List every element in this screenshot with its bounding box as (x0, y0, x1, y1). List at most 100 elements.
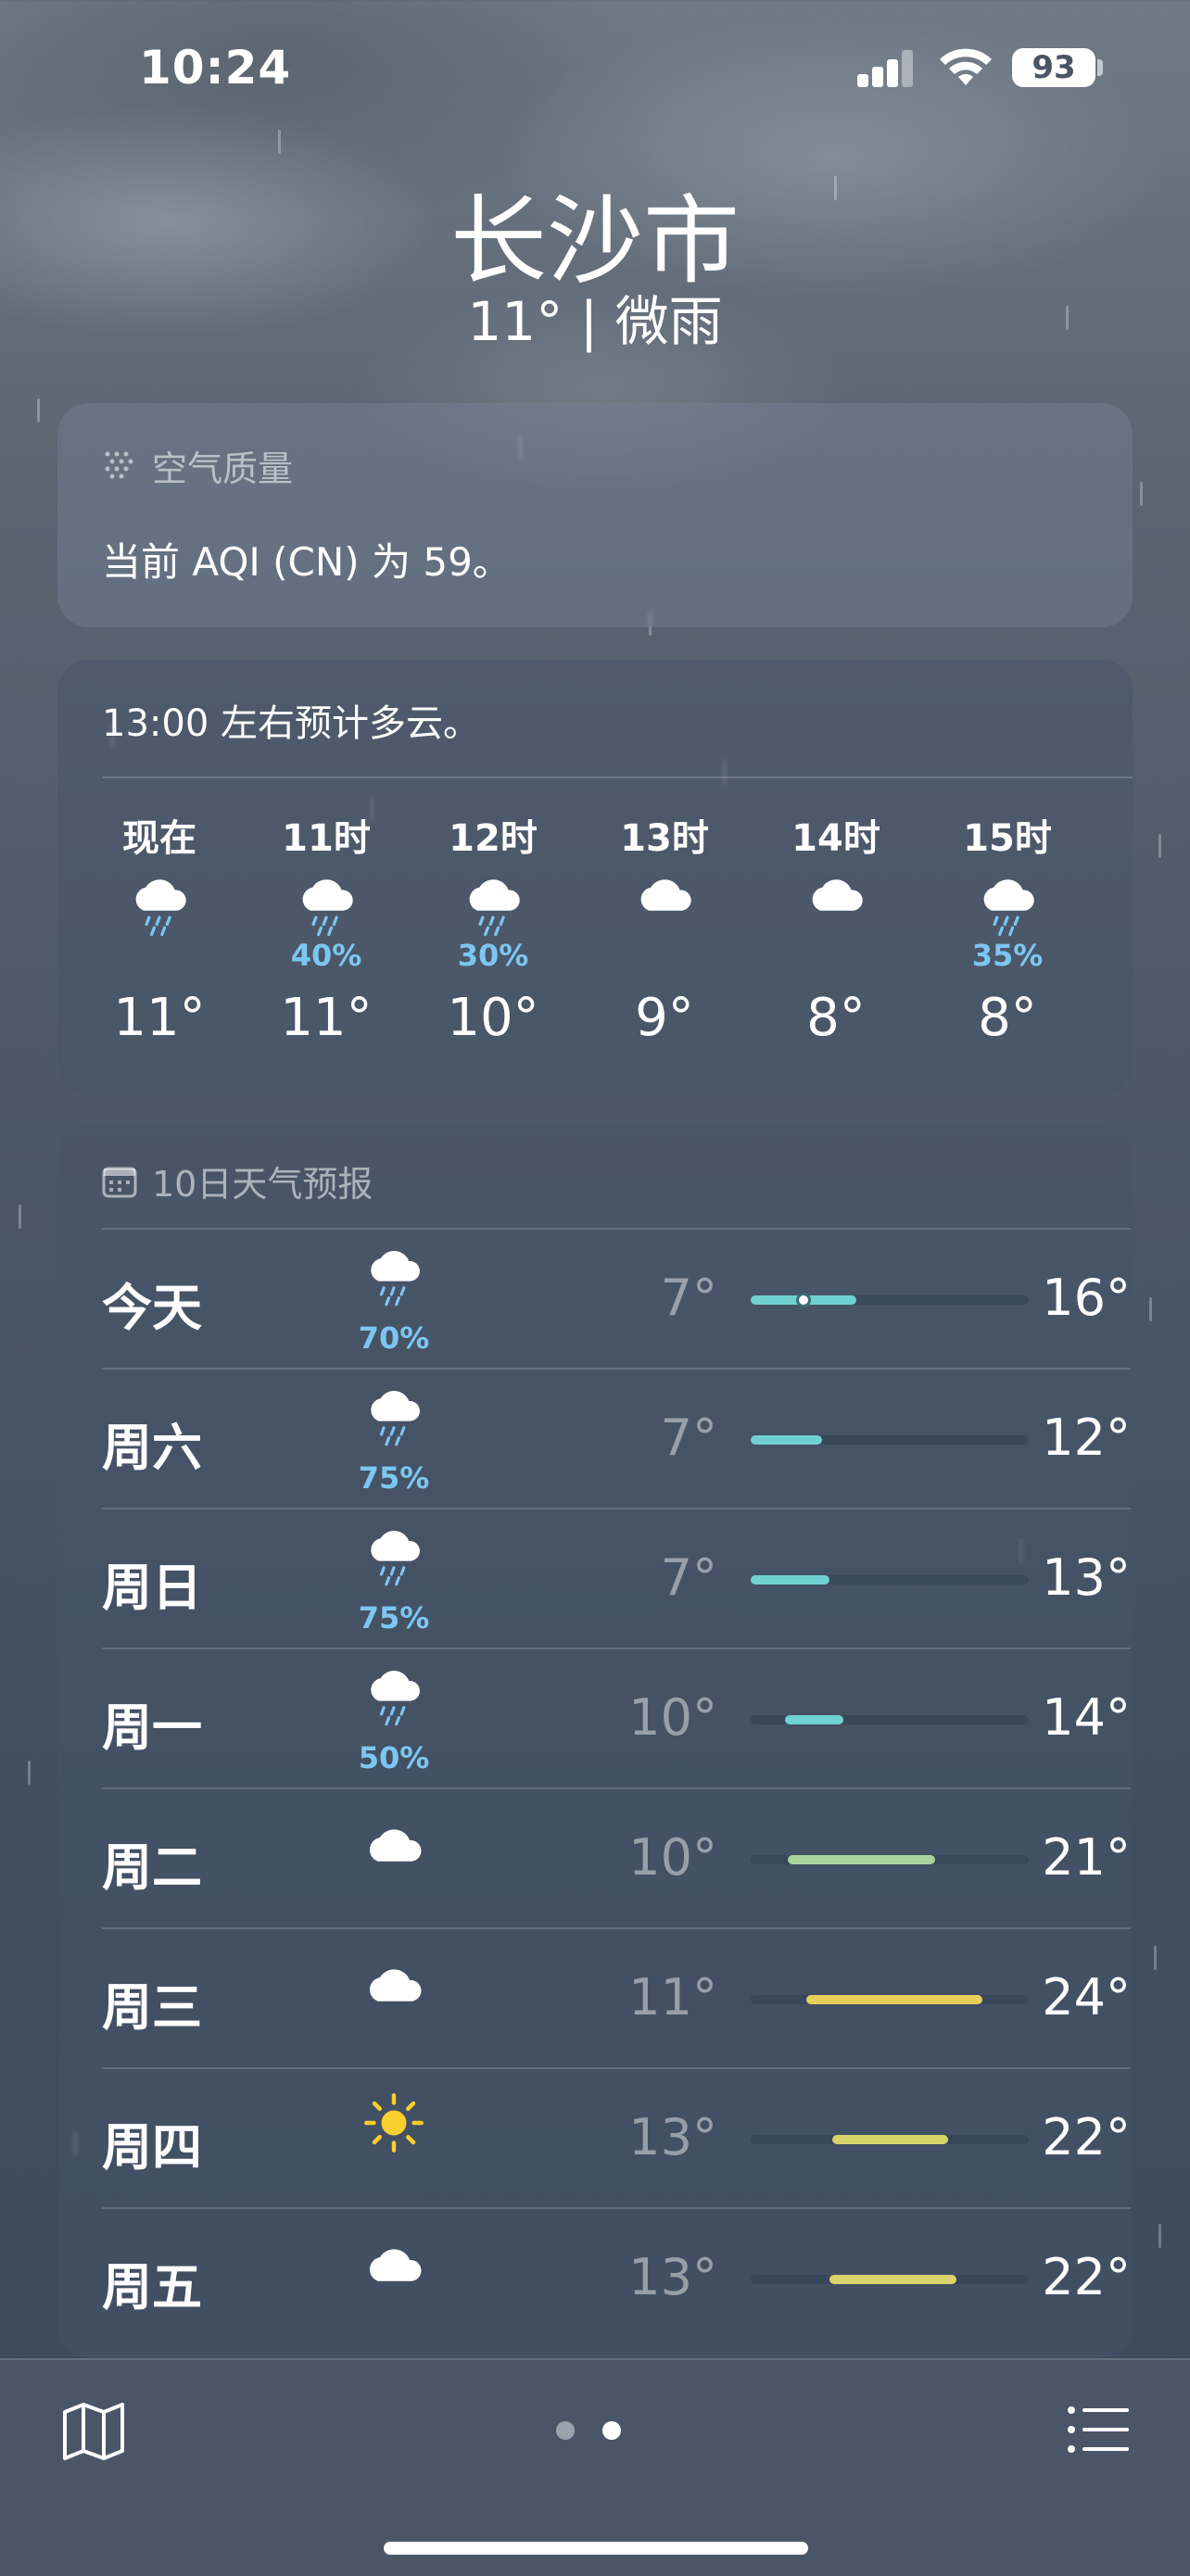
ten-day-header: 10日天气预报 (102, 1155, 373, 1206)
page-dot[interactable] (556, 2421, 575, 2440)
day-high-temp: 24° (1042, 1968, 1131, 2027)
wifi-icon (940, 48, 992, 85)
raindrop (19, 1205, 21, 1229)
temp-range-bar (751, 1575, 1029, 1585)
temp-range-bar (751, 1715, 1029, 1724)
day-high-temp: 21° (1042, 1828, 1131, 1887)
hour-label: 现在 (122, 817, 196, 860)
divider (102, 1927, 1131, 1929)
hour-item: 11时 40% 11° (261, 808, 391, 1048)
battery-tip (1097, 59, 1103, 76)
day-high-temp: 14° (1042, 1688, 1131, 1747)
air-quality-title: 空气质量 (152, 448, 294, 489)
day-name: 周二 (102, 1838, 202, 1897)
day-precip: 50% (358, 1740, 430, 1775)
weather-icon (1100, 873, 1133, 938)
cloud-icon (343, 2242, 445, 2344)
raindrop (1140, 482, 1143, 506)
day-row[interactable]: 周四 13° 22° (102, 2067, 1131, 2206)
hour-temp: 8° (806, 988, 866, 1048)
hour-precip (771, 938, 901, 969)
page-dot-active[interactable] (602, 2421, 621, 2440)
day-low-temp: 10° (628, 1688, 717, 1747)
battery-icon: 93 (1012, 48, 1095, 87)
status-bar: 10:24 93 (0, 0, 1190, 139)
hourly-summary: 13:00 左右预计多云。 (102, 702, 480, 745)
day-low-temp: 7° (660, 1269, 717, 1327)
day-row[interactable]: 周日 75% 7° 13° (102, 1508, 1131, 1647)
divider (102, 2207, 1131, 2209)
status-time: 10:24 (139, 41, 292, 95)
hour-label: 12时 (449, 817, 538, 860)
day-name: 周一 (102, 1698, 202, 1757)
current-conditions: 11° | 微雨 (467, 290, 723, 353)
day-high-temp: 13° (1042, 1548, 1131, 1607)
hour-item: 13时 9° (600, 808, 729, 1048)
hour-temp: 11° (280, 988, 373, 1048)
hourly-scroll[interactable]: 现在 11° 11时 40% 11° 12时 30% 10° 13时 9° 14时 8° 15时 35% 8… (95, 808, 1133, 1086)
hour-item: 13 (1100, 808, 1133, 988)
divider (102, 1368, 1131, 1370)
hour-precip: 3 (1100, 938, 1133, 969)
cloud-icon (771, 873, 901, 938)
temp-range-fill (785, 1715, 843, 1724)
hour-item: 现在 11° (95, 808, 224, 1048)
cellular-signal-icon (857, 48, 917, 87)
current-temp-dot (795, 1293, 811, 1307)
rain-cloud-icon (943, 873, 1072, 938)
rain-cloud-icon (261, 873, 391, 938)
hour-item: 12时 30% 10° (428, 808, 558, 1048)
day-name: 周四 (102, 2118, 202, 2177)
hour-label: 15时 (963, 817, 1052, 860)
temp-range-bar (751, 1855, 1029, 1864)
rain-cloud-icon (95, 873, 224, 938)
hour-label: 11时 (282, 817, 371, 860)
raindrop (28, 1761, 31, 1785)
temp-range-bar (751, 2275, 1029, 2284)
hour-item: 15时 35% 8° (943, 808, 1072, 1048)
air-quality-card[interactable]: 空气质量 当前 AQI (CN) 为 59。 (57, 403, 1133, 627)
hour-label: 13时 (620, 817, 709, 860)
divider (102, 1508, 1131, 1509)
day-row[interactable]: 周二 10° 21° (102, 1787, 1131, 1926)
day-row[interactable]: 今天 70% 7° 16° (102, 1228, 1131, 1367)
map-icon[interactable] (61, 2397, 126, 2462)
day-precip: 75% (358, 1460, 430, 1496)
raindrop (1158, 834, 1161, 858)
day-row[interactable]: 周三 11° 24° (102, 1927, 1131, 2066)
day-name: 周三 (102, 1978, 202, 2037)
hourly-forecast-card[interactable]: 13:00 左右预计多云。 现在 11° 11时 40% 11° 12时 30% 10° 13时… (57, 660, 1133, 1095)
divider (102, 1228, 1131, 1230)
raindrop (1158, 2224, 1161, 2248)
hour-temp: 11° (113, 988, 206, 1048)
sun-icon (343, 2090, 445, 2191)
day-low-temp: 7° (660, 1548, 717, 1607)
day-name: 周日 (102, 1559, 202, 1617)
temp-range-fill (832, 2135, 949, 2144)
ten-day-forecast-card[interactable]: 10日天气预报 今天 70% 7° 16° 周六 75% 7° 12° 周日 75% 7° 13° 周一… (57, 1126, 1133, 2358)
raindrop (1149, 1297, 1152, 1321)
raindrop (1154, 1946, 1157, 1970)
day-row[interactable]: 周一 50% 10° 14° (102, 1648, 1131, 1787)
temp-range-fill (751, 1575, 830, 1585)
divider (102, 777, 1133, 778)
temp-range-fill (751, 1435, 822, 1445)
day-row[interactable]: 周五 13° 22° (102, 2207, 1131, 2346)
day-low-temp: 13° (628, 2248, 717, 2306)
temp-range-fill (829, 2275, 956, 2284)
hour-precip (95, 938, 224, 969)
temp-range-fill (787, 1855, 936, 1864)
home-indicator (384, 2542, 808, 2555)
temp-range-bar (751, 2135, 1029, 2144)
day-name: 周六 (102, 1419, 202, 1477)
list-icon[interactable] (1066, 2397, 1131, 2462)
hour-precip: 35% (971, 938, 1044, 973)
ten-day-title: 10日天气预报 (152, 1164, 373, 1205)
hour-label: 14时 (791, 817, 880, 860)
day-row[interactable]: 周六 75% 7° 12° (102, 1368, 1131, 1507)
hour-label: 1 (1100, 808, 1133, 864)
hour-item: 14时 8° (771, 808, 901, 1048)
page-indicator[interactable] (556, 2421, 621, 2440)
hour-precip: 40% (290, 938, 362, 973)
air-quality-icon (105, 451, 133, 478)
